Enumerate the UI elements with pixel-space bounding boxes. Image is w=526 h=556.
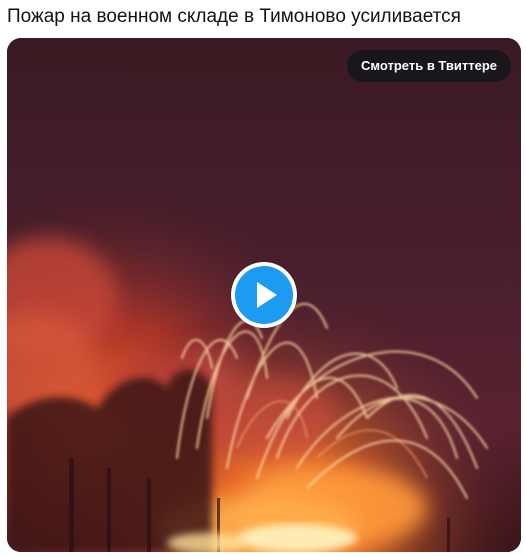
play-button[interactable] (231, 262, 297, 328)
tweet-text: Пожар на военном складе в Тимоново усили… (7, 6, 461, 27)
play-icon (257, 282, 277, 308)
watch-on-twitter-button[interactable]: Смотреть в Твиттере (347, 50, 511, 82)
video-player[interactable]: Смотреть в Твиттере (7, 38, 521, 552)
play-button-circle (235, 266, 293, 324)
